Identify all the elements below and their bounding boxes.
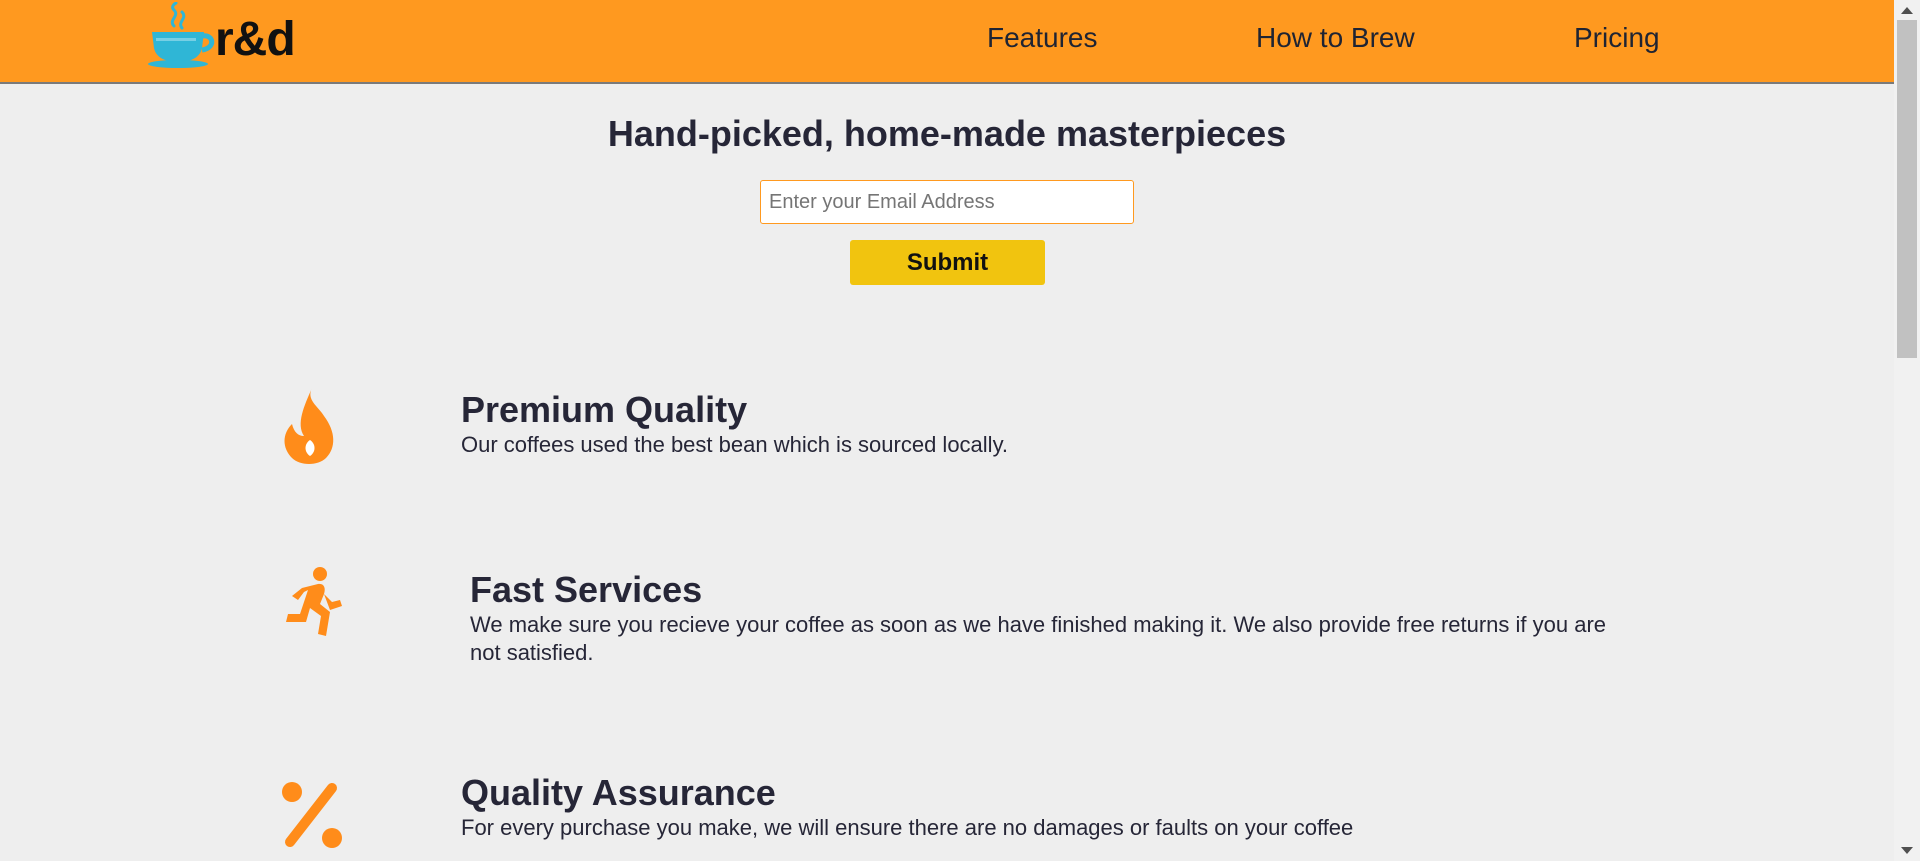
page: r&d Features How to Brew Pricing Hand-pi… [0,0,1920,861]
scroll-thumb[interactable] [1897,20,1917,358]
feature-description: We make sure you recieve your coffee as … [470,612,1607,665]
feature-title: Fast Services [470,569,703,610]
running-person-icon [286,567,342,636]
hero-title: Hand-picked, home-made masterpieces [607,113,1287,154]
percent-icon [282,782,342,848]
coffee-cup-icon [148,2,215,68]
feature-description: Our coffees used the best bean which is … [461,432,1009,457]
email-input[interactable] [760,180,1134,224]
nav-how-to-brew[interactable]: How to Brew [1256,22,1415,54]
nav-pricing[interactable]: Pricing [1574,22,1660,54]
feature-description: For every purchase you make, we will ens… [461,815,1354,840]
site-header: r&d Features How to Brew Pricing [0,0,1894,84]
scroll-up-icon[interactable] [1901,7,1913,14]
feature-title: Quality Assurance [461,772,776,813]
feature-title: Premium Quality [461,389,748,430]
logo-link[interactable]: r&d [146,0,296,70]
nav-features[interactable]: Features [987,22,1098,54]
fire-icon [284,388,334,464]
scroll-down-icon[interactable] [1901,847,1913,854]
submit-button[interactable]: Submit [850,240,1045,285]
vertical-scrollbar[interactable] [1894,0,1920,861]
logo-text: r&d [215,12,296,66]
